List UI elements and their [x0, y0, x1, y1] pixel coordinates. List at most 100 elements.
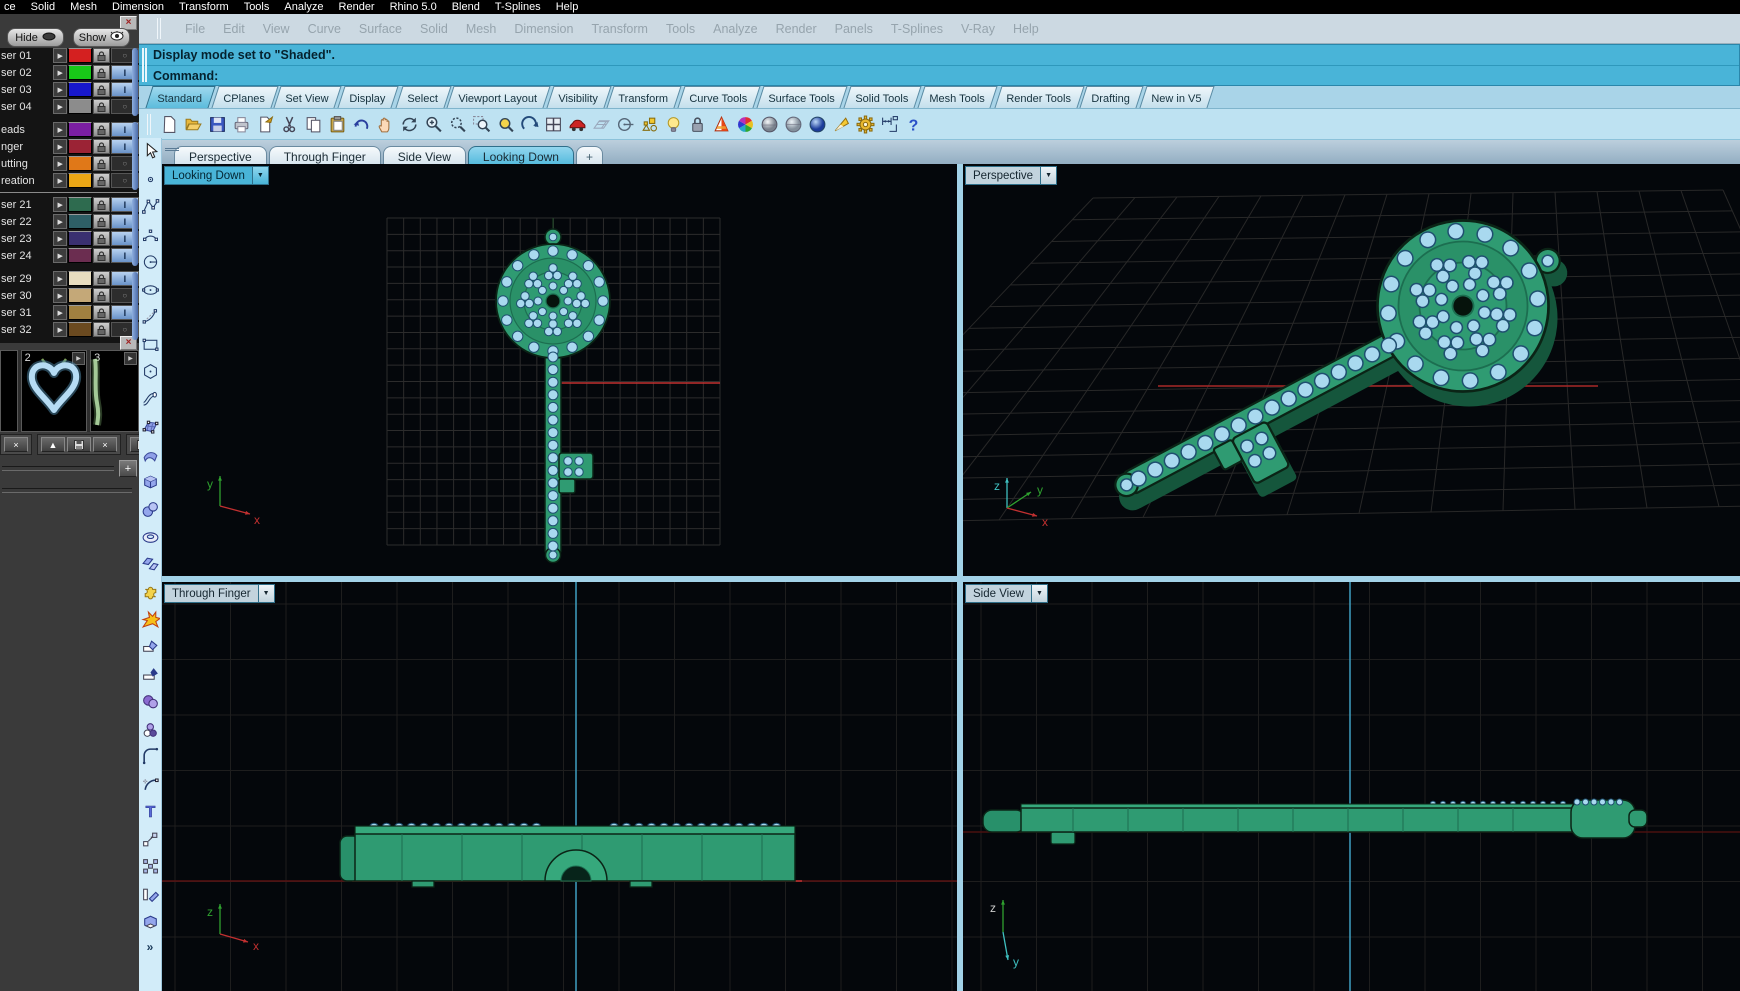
layer-lock-icon[interactable]	[92, 271, 110, 286]
layer-color-swatch[interactable]	[68, 248, 92, 263]
layer-color-swatch[interactable]	[68, 156, 92, 171]
sphere-render-icon[interactable]	[805, 112, 829, 136]
thumbnail-slot-3[interactable]: 3 ▶	[90, 350, 139, 432]
layer-color-swatch[interactable]	[68, 139, 92, 154]
viewport-add-tab[interactable]: +	[575, 146, 603, 166]
menu-item-panels[interactable]: Panels	[835, 22, 873, 36]
explode-icon[interactable]	[140, 610, 160, 629]
layer-row[interactable]: ser 01 ▶ ○	[0, 48, 140, 63]
layer-expand-arrow-icon[interactable]: ▶	[52, 173, 68, 188]
layer-lock-icon[interactable]	[92, 65, 110, 80]
layer-lock-icon[interactable]	[92, 99, 110, 114]
layer-color-swatch[interactable]	[68, 65, 92, 80]
menubar-grip[interactable]	[157, 18, 161, 39]
tab-grip[interactable]	[165, 148, 179, 151]
layer-lock-icon[interactable]	[92, 82, 110, 97]
menu-item-dimension[interactable]: Dimension	[514, 22, 573, 36]
layer-color-swatch[interactable]	[68, 82, 92, 97]
command-prompt[interactable]: Command:	[139, 66, 1739, 86]
sys-menu-item-dimension[interactable]: Dimension	[112, 1, 164, 13]
layer-expand-arrow-icon[interactable]: ▶	[52, 99, 68, 114]
layer-expand-arrow-icon[interactable]: ▶	[52, 248, 68, 263]
sys-menu-item-transform[interactable]: Transform	[179, 1, 229, 13]
patches-icon[interactable]	[140, 555, 160, 574]
viewport-tab-through-finger[interactable]: Through Finger	[268, 146, 381, 166]
toolbar-tab-cplanes[interactable]: CPlanes	[211, 86, 278, 108]
sys-menu-item-render[interactable]: Render	[339, 1, 375, 13]
zoom-selected-icon[interactable]	[493, 112, 517, 136]
text-icon[interactable]: T	[140, 802, 160, 821]
layer-lock-icon[interactable]	[92, 156, 110, 171]
sphere-shaded-icon[interactable]	[757, 112, 781, 136]
toolbar-tab-solid-tools[interactable]: Solid Tools	[843, 86, 922, 108]
lock-icon[interactable]	[685, 112, 709, 136]
viewport-title-side-view[interactable]: Side View ▼	[965, 584, 1048, 603]
looking-down-canvas[interactable]: yx	[162, 164, 957, 576]
toolbar-tab-transform[interactable]: Transform	[606, 86, 682, 108]
menu-item-t-splines[interactable]: T-Splines	[891, 22, 943, 36]
layer-row[interactable]: ser 31 ▶ I	[0, 305, 140, 320]
viewport-menu-arrow-icon[interactable]: ▼	[251, 167, 268, 184]
save-icon[interactable]	[205, 112, 229, 136]
copy-icon[interactable]	[301, 112, 325, 136]
menu-item-v-ray[interactable]: V-Ray	[961, 22, 995, 36]
layer-scrollbar[interactable]	[132, 48, 138, 116]
zoom-dynamic-icon[interactable]	[445, 112, 469, 136]
menu-item-tools[interactable]: Tools	[666, 22, 695, 36]
puzzle-icon[interactable]	[140, 582, 160, 601]
layer-row[interactable]: eads ▶ I	[0, 122, 140, 137]
sys-menu-item-rhino-5-0[interactable]: Rhino 5.0	[390, 1, 437, 13]
layer-row[interactable]: ser 32 ▶ ○	[0, 322, 140, 337]
layer-lock-icon[interactable]	[92, 231, 110, 246]
dimension-icon[interactable]	[877, 112, 901, 136]
layer-expand-arrow-icon[interactable]: ▶	[52, 156, 68, 171]
circle-line-icon[interactable]	[613, 112, 637, 136]
layer-color-swatch[interactable]	[68, 173, 92, 188]
polyline-icon[interactable]	[140, 197, 160, 216]
pointer-icon[interactable]	[140, 142, 160, 161]
toolbar-tab-visibility[interactable]: Visibility	[546, 86, 611, 108]
layer-expand-arrow-icon[interactable]: ▶	[52, 65, 68, 80]
viewport-title-perspective[interactable]: Perspective ▼	[965, 166, 1058, 185]
toolbar-tab-new-in-v5[interactable]: New in V5	[1139, 86, 1215, 108]
toolbar-tab-display[interactable]: Display	[337, 86, 400, 108]
thumbnail-save-button[interactable]	[67, 437, 91, 452]
menu-item-help[interactable]: Help	[1013, 22, 1039, 36]
car-icon[interactable]	[565, 112, 589, 136]
layer-expand-arrow-icon[interactable]: ▶	[52, 122, 68, 137]
trim-icon[interactable]	[140, 637, 160, 656]
layer-scrollbar[interactable]	[132, 272, 138, 340]
menu-item-mesh[interactable]: Mesh	[466, 22, 497, 36]
array-icon[interactable]	[140, 857, 160, 876]
viewport-layout-icon[interactable]	[541, 112, 565, 136]
layer-row[interactable]: ser 29 ▶ I	[0, 271, 140, 286]
layer-lock-icon[interactable]	[92, 305, 110, 320]
zoom-in-icon[interactable]	[421, 112, 445, 136]
circle-icon[interactable]	[140, 252, 160, 271]
polygon-icon[interactable]	[140, 362, 160, 381]
toolbar-tab-surface-tools[interactable]: Surface Tools	[756, 86, 848, 108]
menu-item-surface[interactable]: Surface	[359, 22, 402, 36]
layer-color-swatch[interactable]	[68, 197, 92, 212]
flamingo-icon[interactable]	[709, 112, 733, 136]
layer-expand-arrow-icon[interactable]: ▶	[52, 231, 68, 246]
layer-row[interactable]: ser 04 ▶ ○	[0, 99, 140, 114]
layer-row[interactable]: ser 22 ▶ I	[0, 214, 140, 229]
layer-color-swatch[interactable]	[68, 231, 92, 246]
print-icon[interactable]	[229, 112, 253, 136]
thumbnail-delete-button[interactable]: ×	[4, 437, 28, 452]
zoom-window-icon[interactable]	[469, 112, 493, 136]
viewport-looking-down[interactable]: yx Looking Down ▼	[162, 164, 957, 576]
layer-expand-arrow-icon[interactable]: ▶	[52, 82, 68, 97]
osnap-icon[interactable]	[637, 112, 661, 136]
side-view-canvas[interactable]: zy	[963, 582, 1740, 991]
sys-menu-item-solid[interactable]: Solid	[31, 1, 55, 13]
undo-view-icon[interactable]	[517, 112, 541, 136]
sys-menu-item-t-splines[interactable]: T-Splines	[495, 1, 541, 13]
layer-color-swatch[interactable]	[68, 322, 92, 337]
sphere-ghosted-icon[interactable]	[781, 112, 805, 136]
copy-page-icon[interactable]	[253, 112, 277, 136]
toolbar-tab-set-view[interactable]: Set View	[273, 86, 343, 108]
viewport-menu-arrow-icon[interactable]: ▼	[1030, 585, 1047, 602]
layer-lock-icon[interactable]	[92, 322, 110, 337]
